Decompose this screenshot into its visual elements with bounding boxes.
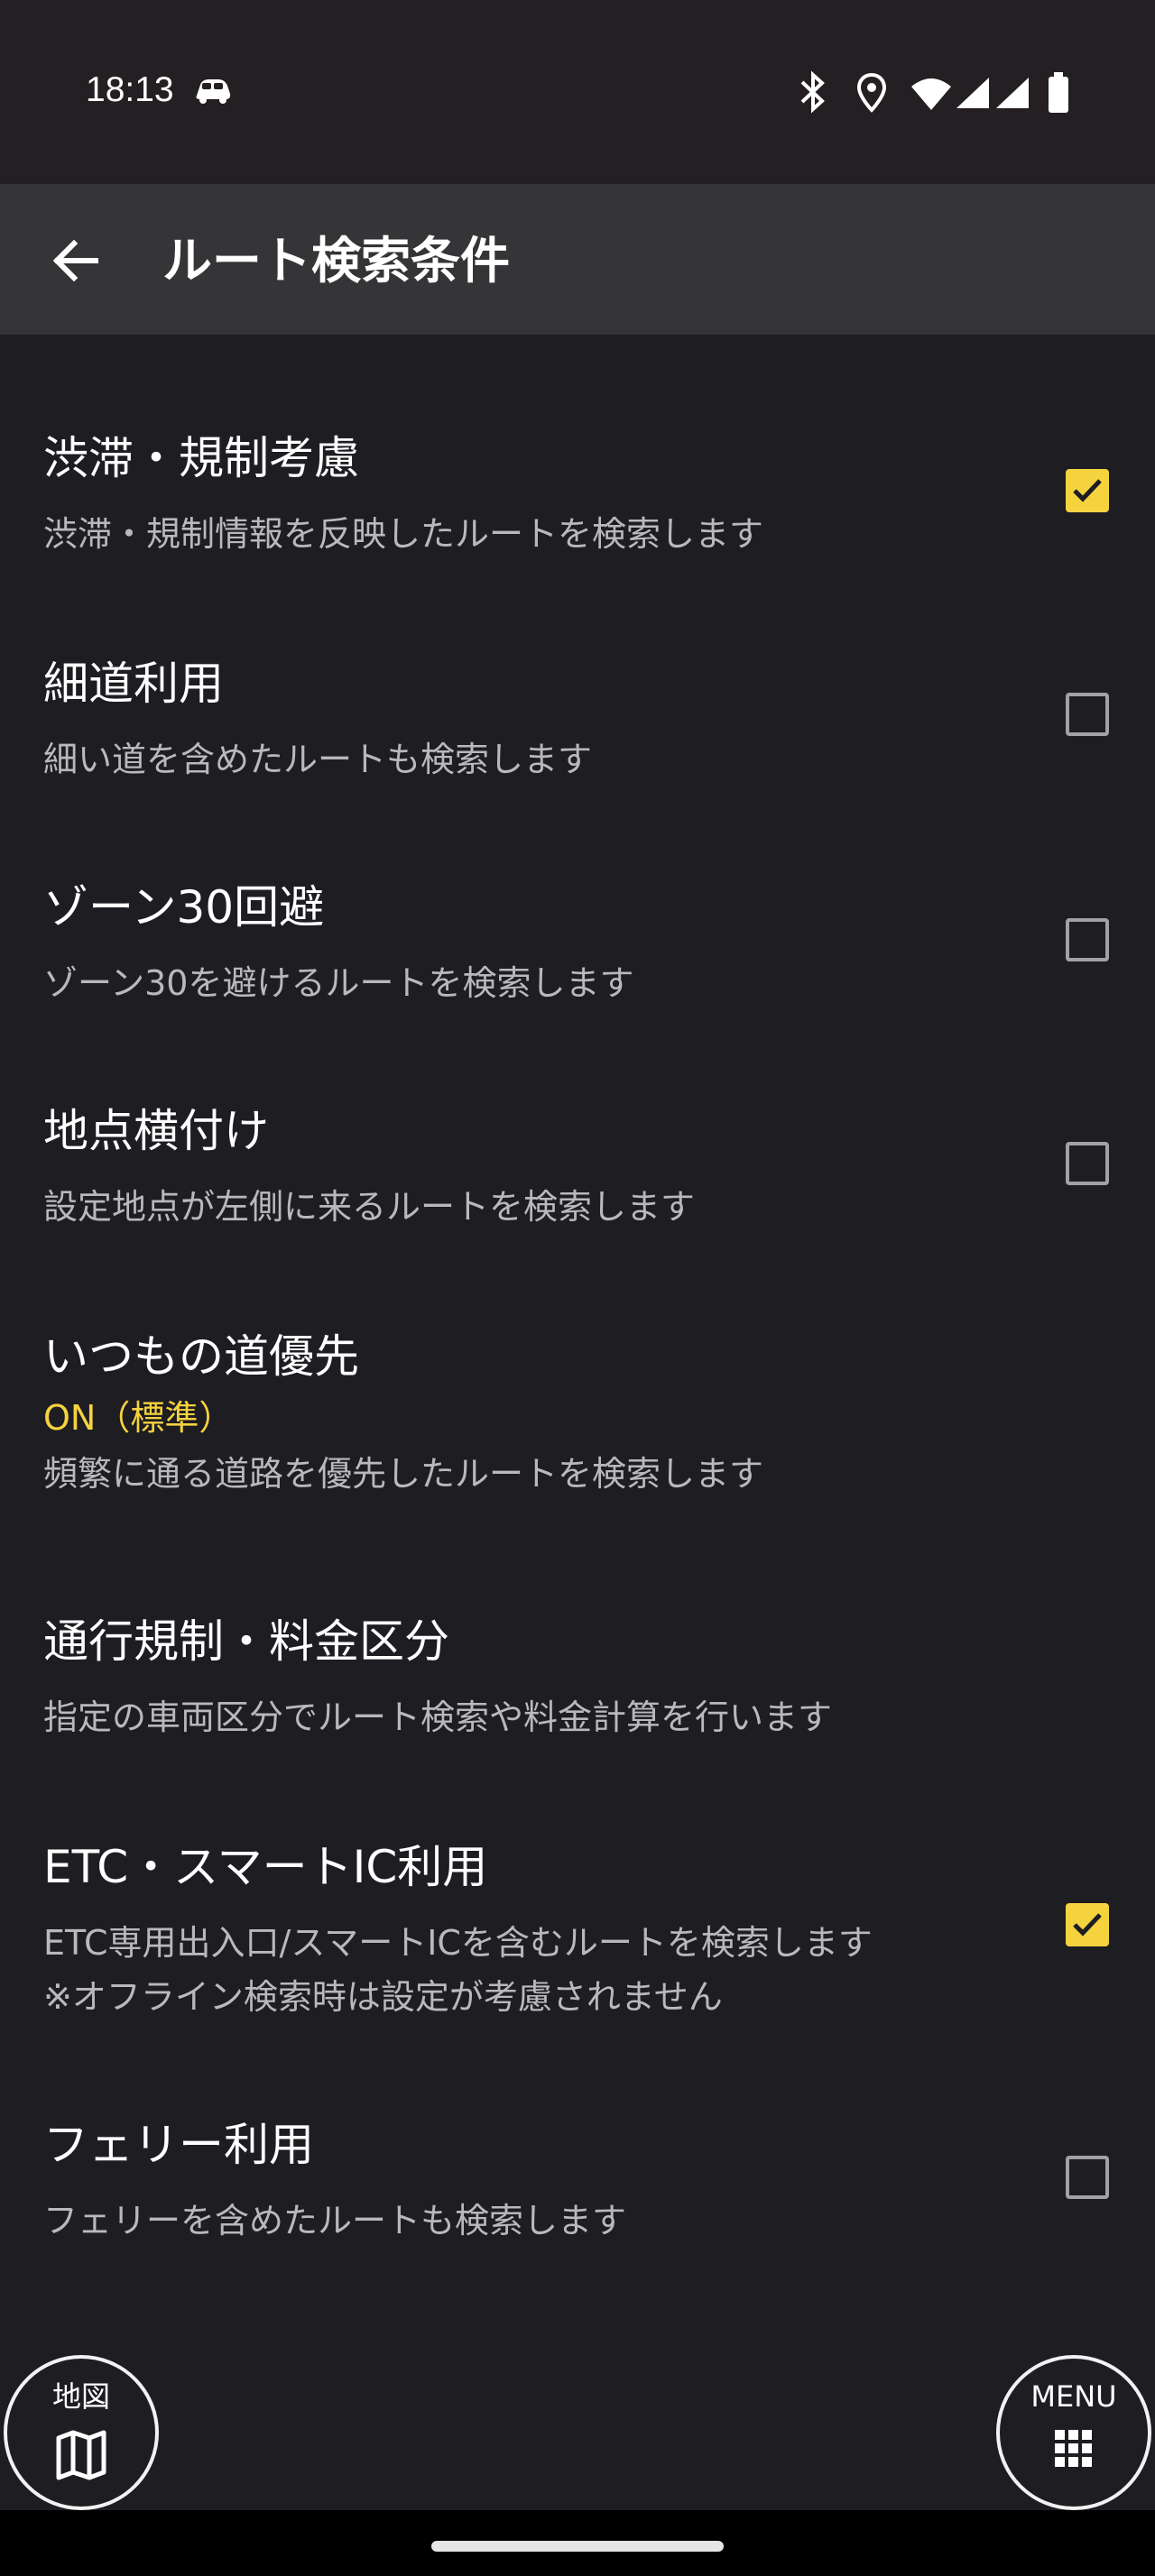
map-button[interactable]: 地図 (4, 2355, 159, 2510)
setting-zone30-avoid[interactable]: ゾーン30回避 ゾーン30を避けるルートを検索します (0, 846, 1155, 1026)
checkbox-unchecked[interactable] (1066, 2156, 1109, 2199)
setting-vehicle-class[interactable]: 通行規制・料金区分 指定の車両区分でルート検索や料金計算を行います (0, 1580, 1155, 1761)
system-nav-bar (0, 2510, 1155, 2576)
location-icon (856, 72, 887, 113)
setting-description: 渋滞・規制情報を反映したルートを検索します (43, 514, 764, 554)
map-icon (56, 2430, 106, 2480)
setting-description: 指定の車両区分でルート検索や料金計算を行います (43, 1697, 833, 1737)
battery-icon (1049, 72, 1068, 113)
wifi-icon (911, 78, 951, 110)
home-gesture-handle[interactable] (431, 2541, 724, 2552)
status-time: 18:13 (86, 70, 174, 109)
checkbox-unchecked[interactable] (1066, 1142, 1109, 1185)
setting-description: 設定地点が左側に来るルートを検索します (43, 1187, 696, 1227)
setting-etc-smart-ic[interactable]: ETC・スマートIC利用 ETC専用出入口/スマートICを含むルートを検索します… (0, 1806, 1155, 2040)
menu-button[interactable]: MENU (996, 2355, 1151, 2510)
arrow-left-icon[interactable] (45, 229, 108, 292)
checkbox-unchecked[interactable] (1066, 693, 1109, 736)
setting-title: ゾーン30回避 (43, 881, 325, 934)
setting-note: ※オフライン検索時は設定が考慮されません (43, 1977, 723, 2017)
setting-title: いつもの道優先 (43, 1330, 359, 1383)
setting-description: 頻繁に通る道路を優先したルートを検索します (43, 1454, 764, 1494)
app-bar: ルート検索条件 (0, 184, 1155, 335)
setting-description: 細い道を含めたルートも検索します (43, 740, 593, 779)
map-button-label: 地図 (51, 2379, 110, 2414)
setting-title: 通行規制・料金区分 (43, 1615, 449, 1668)
page-title: ルート検索条件 (162, 232, 511, 290)
setting-side-approach[interactable]: 地点横付け 設定地点が左側に来るルートを検索します (0, 1070, 1155, 1250)
checkbox-checked[interactable] (1066, 1903, 1109, 1946)
setting-title: 細道利用 (43, 658, 224, 710)
checkbox-checked[interactable] (1066, 469, 1109, 512)
signal-icon (956, 78, 989, 108)
status-bar: 18:13 (0, 0, 1155, 184)
car-icon (196, 79, 231, 104)
setting-usual-road-priority[interactable]: いつもの道優先 ON（標準） 頻繁に通る道路を優先したルートを検索します (0, 1295, 1155, 1530)
grid-icon (1055, 2430, 1092, 2467)
bluetooth-icon (800, 70, 825, 114)
setting-description: フェリーを含めたルートも検索します (43, 2201, 627, 2240)
setting-title: 渋滞・規制考慮 (43, 432, 359, 484)
setting-status: ON（標準） (43, 1398, 234, 1438)
signal-icon (996, 78, 1029, 108)
setting-title: 地点横付け (43, 1105, 269, 1157)
menu-button-label: MENU (1030, 2379, 1117, 2414)
setting-title: フェリー利用 (43, 2119, 314, 2171)
setting-description: ゾーン30を避けるルートを検索します (43, 963, 634, 1003)
setting-title: ETC・スマートIC利用 (43, 1841, 488, 1893)
setting-narrow-road[interactable]: 細道利用 細い道を含めたルートも検索します (0, 622, 1155, 803)
setting-traffic-regulation[interactable]: 渋滞・規制考慮 渋滞・規制情報を反映したルートを検索します (0, 397, 1155, 577)
setting-ferry[interactable]: フェリー利用 フェリーを含めたルートも検索します (0, 2084, 1155, 2264)
check-icon (1073, 479, 1102, 502)
checkbox-unchecked[interactable] (1066, 918, 1109, 961)
setting-description: ETC専用出入口/スマートICを含むルートを検索します (43, 1923, 873, 1963)
check-icon (1073, 1913, 1102, 1937)
